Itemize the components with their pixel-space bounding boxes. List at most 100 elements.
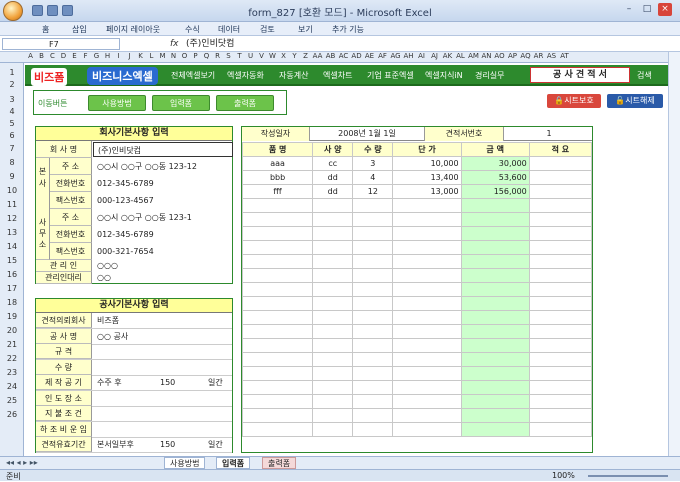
table-cell[interactable] — [460, 212, 530, 227]
table-cell[interactable]: 13,400 — [392, 170, 462, 185]
table-cell[interactable] — [528, 422, 593, 437]
table-cell[interactable] — [241, 212, 314, 227]
table-cell[interactable] — [460, 422, 530, 437]
table-cell[interactable] — [460, 296, 530, 311]
nav-accounting[interactable]: 경리실무 — [475, 70, 504, 81]
table-cell[interactable] — [312, 240, 354, 255]
table-cell[interactable] — [352, 422, 394, 437]
close-button[interactable]: × — [658, 3, 672, 16]
table-cell[interactable] — [241, 422, 314, 437]
table-cell[interactable] — [312, 296, 354, 311]
row-header[interactable]: 15 — [0, 256, 24, 265]
column-header[interactable]: AC — [337, 52, 350, 60]
nav-all-excel[interactable]: 전체엑셀보기 — [171, 70, 215, 81]
zoom-level[interactable]: 100% — [552, 471, 575, 480]
sheet-tab-output[interactable]: 출력폼 — [262, 457, 297, 469]
proxy-value[interactable]: ○○ — [93, 272, 111, 284]
table-cell[interactable] — [241, 296, 314, 311]
column-header[interactable]: N — [168, 52, 179, 60]
estimate-no-value[interactable]: 1 — [506, 127, 592, 141]
table-cell[interactable] — [392, 352, 462, 367]
row-header[interactable]: 11 — [0, 200, 24, 209]
column-header[interactable]: AA — [311, 52, 324, 60]
table-cell[interactable] — [352, 254, 394, 269]
table-cell[interactable] — [352, 310, 394, 325]
maximize-button[interactable]: □ — [640, 3, 654, 16]
table-cell[interactable] — [392, 212, 462, 227]
row-header[interactable]: 12 — [0, 214, 24, 223]
table-cell[interactable] — [528, 268, 593, 283]
sheet-tab-input[interactable]: 입력폼 — [216, 457, 251, 469]
sheet-protect-button[interactable]: 🔒시트보호 — [547, 94, 601, 108]
column-header[interactable]: I — [113, 52, 124, 60]
output-form-button[interactable]: 출력폼 — [216, 95, 274, 111]
table-cell[interactable] — [392, 226, 462, 241]
table-cell[interactable] — [460, 226, 530, 241]
nav-standard-excel[interactable]: 기업 표준엑셀 — [367, 70, 414, 81]
table-cell[interactable] — [241, 240, 314, 255]
table-cell[interactable] — [241, 352, 314, 367]
table-cell[interactable]: cc — [312, 156, 354, 171]
table-cell[interactable] — [312, 394, 354, 409]
table-cell[interactable] — [392, 310, 462, 325]
zoom-slider[interactable] — [588, 475, 668, 477]
table-cell[interactable]: 12 — [352, 184, 394, 199]
table-cell[interactable] — [352, 212, 394, 227]
table-cell[interactable] — [460, 380, 530, 395]
branch-phone[interactable]: 012-345-6789 — [93, 226, 154, 243]
table-cell[interactable] — [528, 156, 593, 171]
hq-address[interactable]: ○○시 ○○구 ○○동 123-12 — [93, 158, 197, 175]
table-cell[interactable] — [460, 254, 530, 269]
date-value[interactable]: 2008년 1월 1일 — [312, 127, 422, 141]
nav-excel-chart[interactable]: 엑셀차트 — [323, 70, 352, 81]
table-cell[interactable] — [528, 338, 593, 353]
row-header[interactable]: 22 — [0, 354, 24, 363]
column-header[interactable]: B — [36, 52, 47, 60]
table-cell[interactable] — [460, 268, 530, 283]
row-header[interactable]: 13 — [0, 228, 24, 237]
column-header[interactable]: AH — [402, 52, 415, 60]
nav-auto-calc[interactable]: 자동계산 — [279, 70, 308, 81]
hq-phone[interactable]: 012-345-6789 — [93, 175, 154, 192]
table-cell[interactable] — [241, 408, 314, 423]
table-cell[interactable] — [392, 408, 462, 423]
sheet-unprotect-button[interactable]: 🔓시트해제 — [607, 94, 663, 108]
column-header[interactable]: J — [124, 52, 135, 60]
column-header[interactable]: Z — [300, 52, 311, 60]
table-cell[interactable] — [241, 254, 314, 269]
table-cell[interactable]: 4 — [352, 170, 394, 185]
row-header[interactable]: 4 — [0, 107, 24, 116]
table-cell[interactable]: aaa — [241, 156, 314, 171]
column-header[interactable]: C — [47, 52, 58, 60]
row-header[interactable]: 8 — [0, 158, 24, 167]
row-header[interactable]: 16 — [0, 270, 24, 279]
worksheet[interactable]: 비즈폼 비즈니스엑셀 전체엑셀보기 엑셀자동화 자동계산 엑셀차트 기업 표준엑… — [25, 63, 668, 456]
business-excel-logo[interactable]: 비즈니스엑셀 — [87, 67, 158, 85]
row-header[interactable]: 20 — [0, 326, 24, 335]
table-cell[interactable] — [528, 408, 593, 423]
table-cell[interactable] — [392, 198, 462, 213]
row-header[interactable]: 17 — [0, 284, 24, 293]
row-header[interactable]: 1 — [0, 68, 24, 77]
table-cell[interactable] — [352, 352, 394, 367]
column-header[interactable]: R — [212, 52, 223, 60]
table-cell[interactable] — [528, 352, 593, 367]
table-cell[interactable] — [460, 338, 530, 353]
table-cell[interactable] — [241, 338, 314, 353]
table-cell[interactable] — [352, 408, 394, 423]
row-header[interactable]: 19 — [0, 312, 24, 321]
table-cell[interactable]: fff — [241, 184, 314, 199]
tab-formulas[interactable]: 수식 — [185, 24, 200, 35]
table-cell[interactable] — [312, 422, 354, 437]
column-header[interactable]: E — [69, 52, 80, 60]
table-cell[interactable] — [241, 366, 314, 381]
column-header[interactable]: AI — [415, 52, 428, 60]
table-cell[interactable] — [460, 394, 530, 409]
table-cell[interactable] — [241, 380, 314, 395]
column-header[interactable]: AS — [545, 52, 558, 60]
branch-fax[interactable]: 000-321-7654 — [93, 243, 154, 260]
tab-data[interactable]: 데이터 — [218, 24, 240, 35]
company-name-input[interactable]: (주)인비닷컴 — [93, 142, 233, 157]
column-header[interactable]: F — [80, 52, 91, 60]
nav-excel-automation[interactable]: 엑셀자동화 — [227, 70, 264, 81]
